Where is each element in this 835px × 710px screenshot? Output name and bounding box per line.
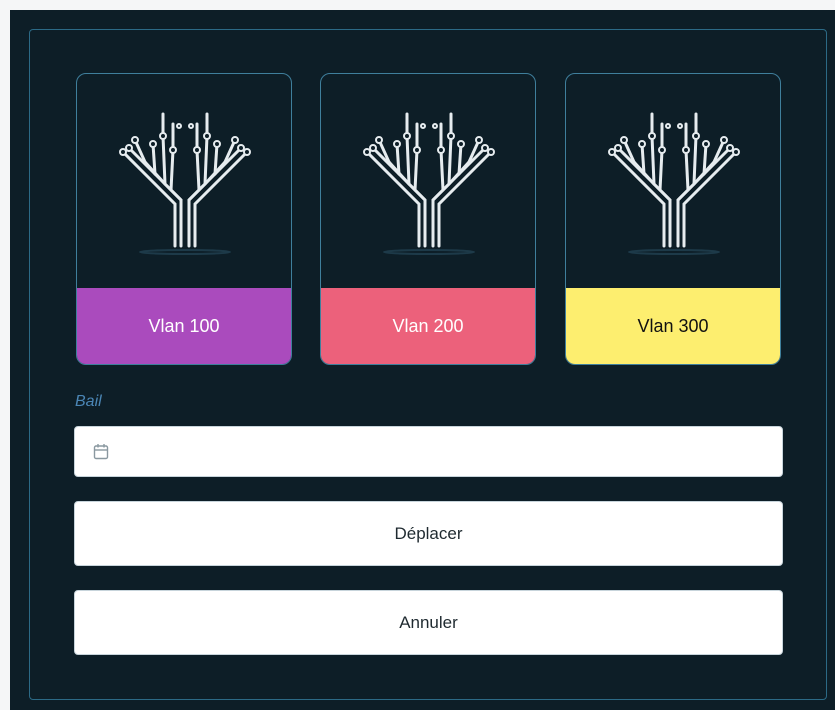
move-button[interactable]: Déplacer — [74, 501, 783, 566]
circuit-tree-icon — [119, 112, 251, 255]
circuit-tree-icon — [608, 112, 740, 255]
vlan-label: Vlan 300 — [566, 288, 780, 364]
vlan-card-image — [77, 74, 291, 289]
vlan-label: Vlan 200 — [321, 288, 535, 364]
vlan-card-image — [321, 74, 535, 289]
vlan-card-300[interactable]: Vlan 300 — [565, 73, 781, 365]
calendar-icon — [93, 444, 109, 460]
vlan-card-100[interactable]: Vlan 100 — [76, 73, 292, 365]
vlan-card-image — [566, 74, 780, 289]
cancel-button[interactable]: Annuler — [74, 590, 783, 655]
vlan-card-200[interactable]: Vlan 200 — [320, 73, 536, 365]
bail-date-input[interactable] — [119, 435, 773, 471]
bail-date-field[interactable] — [74, 426, 783, 477]
bail-label: Bail — [75, 393, 102, 410]
vlan-label: Vlan 100 — [77, 288, 291, 364]
circuit-tree-icon — [363, 112, 495, 255]
